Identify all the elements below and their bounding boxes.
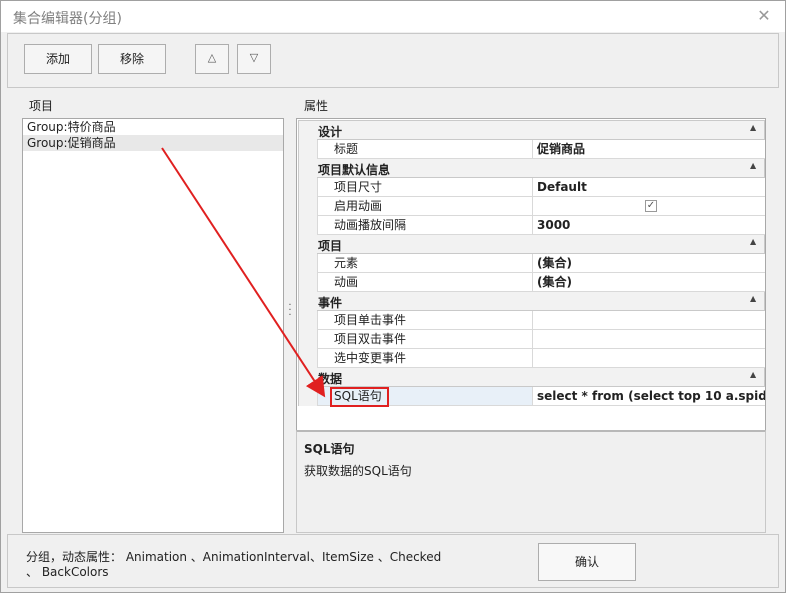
category-design[interactable]: 设计 ▲ bbox=[299, 121, 765, 140]
property-name: 动画 bbox=[317, 273, 532, 291]
splitter-handle[interactable]: · · · bbox=[288, 301, 292, 321]
move-down-icon[interactable]: ▽ bbox=[237, 44, 271, 74]
property-value[interactable]: 3000 bbox=[532, 216, 765, 234]
ok-button[interactable]: 确认 bbox=[538, 543, 636, 581]
property-name: 标题 bbox=[317, 140, 532, 158]
property-name: 动画播放间隔 bbox=[317, 216, 532, 234]
property-value[interactable]: (集合) bbox=[532, 254, 765, 272]
collapse-icon[interactable]: ▲ bbox=[750, 237, 756, 246]
property-name: 选中变更事件 bbox=[317, 349, 532, 367]
list-item[interactable]: Group:特价商品 bbox=[23, 119, 283, 135]
items-label: 项目 bbox=[29, 99, 54, 113]
property-name: 项目双击事件 bbox=[317, 330, 532, 348]
checkbox-icon[interactable]: ✓ bbox=[645, 200, 657, 212]
property-name: 项目单击事件 bbox=[317, 311, 532, 329]
property-value[interactable] bbox=[532, 311, 765, 329]
collapse-icon[interactable]: ▲ bbox=[750, 294, 756, 303]
property-value[interactable] bbox=[532, 349, 765, 367]
description-panel: SQL语句 获取数据的SQL语句 bbox=[296, 430, 766, 533]
property-row[interactable]: 动画播放间隔 3000 bbox=[299, 215, 765, 235]
items-list[interactable]: Group:特价商品 Group:促销商品 bbox=[22, 118, 284, 533]
footer-text: 分组，动态属性： Animation 、AnimationInterval、It… bbox=[26, 550, 442, 579]
toolbar: 添加 移除 △ ▽ bbox=[7, 33, 779, 88]
collapse-icon[interactable]: ▲ bbox=[750, 161, 756, 170]
category-item-defaults[interactable]: 项目默认信息 ▲ bbox=[299, 159, 765, 178]
property-row[interactable]: 项目单击事件 bbox=[299, 310, 765, 330]
property-value[interactable]: 促销商品 bbox=[532, 140, 765, 158]
category-label: 数据 bbox=[318, 372, 343, 386]
category-label: 项目默认信息 bbox=[318, 163, 391, 177]
add-button[interactable]: 添加 bbox=[24, 44, 92, 74]
collapse-icon[interactable]: ▲ bbox=[750, 370, 756, 379]
title-bar: 集合编辑器(分组) ✕ bbox=[1, 1, 785, 32]
property-name: 元素 bbox=[317, 254, 532, 272]
property-row-selected[interactable]: SQL语句 select * from (select top 10 a.spi… bbox=[299, 386, 766, 407]
property-row[interactable]: 标题 促销商品 bbox=[299, 139, 765, 159]
property-value[interactable]: ✓ bbox=[532, 197, 765, 215]
property-name: 项目尺寸 bbox=[317, 178, 532, 196]
category-items[interactable]: 项目 ▲ bbox=[299, 235, 765, 254]
property-grid[interactable]: 设计 ▲ 标题 促销商品 项目默认信息 ▲ 项目尺寸 Default 启用动画 bbox=[296, 118, 766, 432]
property-row[interactable]: 元素 (集合) bbox=[299, 253, 765, 273]
remove-button[interactable]: 移除 bbox=[98, 44, 166, 74]
sql-value: select * from (select top 10 a.spid bbox=[537, 389, 766, 403]
property-row[interactable]: 项目双击事件 bbox=[299, 329, 765, 349]
footer: 分组，动态属性： Animation 、AnimationInterval、It… bbox=[7, 534, 779, 588]
property-value[interactable]: select * from (select top 10 a.spid ··· bbox=[532, 387, 766, 405]
property-value[interactable]: Default bbox=[532, 178, 765, 196]
category-label: 项目 bbox=[318, 239, 343, 253]
category-data[interactable]: 数据 ▲ bbox=[299, 368, 765, 387]
property-row[interactable]: 选中变更事件 bbox=[299, 348, 765, 368]
annotation-highlight-box bbox=[330, 387, 389, 407]
collection-editor-window: 集合编辑器(分组) ✕ 添加 移除 △ ▽ 项目 属性 Group:特价商品 G… bbox=[0, 0, 786, 593]
property-value[interactable]: (集合) bbox=[532, 273, 765, 291]
property-row[interactable]: 动画 (集合) bbox=[299, 272, 765, 292]
description-text: 获取数据的SQL语句 bbox=[304, 464, 412, 478]
property-row[interactable]: 项目尺寸 Default bbox=[299, 177, 765, 197]
property-name: 启用动画 bbox=[317, 197, 532, 215]
category-label: 设计 bbox=[318, 125, 343, 139]
property-row[interactable]: 启用动画 ✓ bbox=[299, 196, 765, 216]
description-title: SQL语句 bbox=[304, 442, 355, 456]
properties-label: 属性 bbox=[304, 99, 329, 113]
close-icon[interactable]: ✕ bbox=[756, 7, 772, 25]
move-up-icon[interactable]: △ bbox=[195, 44, 229, 74]
property-value[interactable] bbox=[532, 330, 765, 348]
category-label: 事件 bbox=[318, 296, 343, 310]
collapse-icon[interactable]: ▲ bbox=[750, 123, 756, 132]
window-title: 集合编辑器(分组) bbox=[13, 11, 122, 27]
category-events[interactable]: 事件 ▲ bbox=[299, 292, 765, 311]
list-item-selected[interactable]: Group:促销商品 bbox=[23, 135, 283, 151]
